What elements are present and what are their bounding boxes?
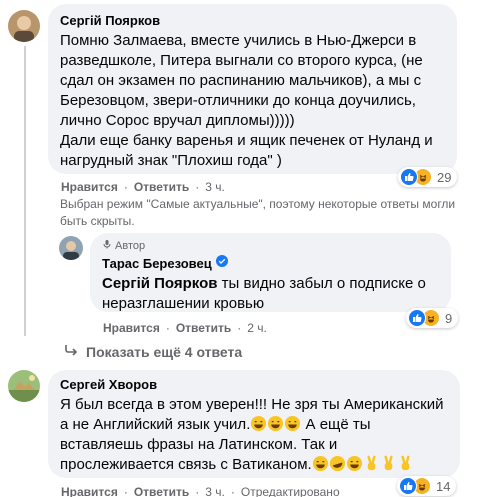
reaction-count: 9 bbox=[445, 310, 453, 326]
grinning-emoji bbox=[346, 455, 363, 473]
comment-author[interactable]: Сергій Поярков bbox=[60, 13, 445, 28]
comment-text: Я был всегда в этом уверен!!! Не зря ты … bbox=[60, 396, 444, 473]
show-more-replies[interactable]: Показать ещё 4 ответа bbox=[64, 343, 242, 360]
comment-text: Сергій Поярков ты видно забыл о подписке… bbox=[102, 275, 426, 312]
comment-text: Помню Залмаева, вместе учились в Нью-Дже… bbox=[60, 32, 433, 169]
like-button[interactable]: Нравится bbox=[61, 180, 118, 194]
avatar-taras-berezovets[interactable] bbox=[59, 236, 83, 260]
comment-bubble-3: Сергей Хворов Я был всегда в этом уверен… bbox=[48, 370, 460, 478]
like-icon bbox=[400, 168, 418, 186]
avatar-serhii-poiarkov[interactable] bbox=[8, 10, 40, 42]
reaction-count: 29 bbox=[437, 169, 452, 185]
author-badge: Автор bbox=[102, 239, 439, 252]
like-button[interactable]: Нравится bbox=[103, 321, 160, 335]
like-icon bbox=[408, 309, 426, 327]
grinning-emoji bbox=[312, 455, 329, 473]
comment-actions: Нравится · Ответить · 3 ч. · Отредактиро… bbox=[61, 485, 340, 497]
grinning-sweat-emoji bbox=[284, 415, 301, 433]
victory-hand-emoji bbox=[397, 455, 414, 473]
edited-label[interactable]: Отредактировано bbox=[241, 485, 340, 497]
comment-author[interactable]: Сергей Хворов bbox=[60, 377, 448, 392]
comment-actions: Нравится · Ответить · 2 ч. bbox=[103, 321, 267, 335]
filter-notice: Выбран режим "Самые актуальные", поэтому… bbox=[60, 197, 456, 228]
like-button[interactable]: Нравится bbox=[61, 485, 118, 497]
comment-bubble-1: Сергій Поярков Помню Залмаева, вместе уч… bbox=[48, 4, 457, 174]
reaction-count: 14 bbox=[436, 478, 451, 494]
reply-button[interactable]: Ответить bbox=[134, 180, 189, 194]
author-badge-label: Автор bbox=[115, 239, 146, 252]
reaction-summary[interactable]: 14 bbox=[397, 476, 457, 496]
mention-link[interactable]: Сергій Поярков bbox=[102, 275, 218, 292]
rofl-emoji bbox=[329, 455, 346, 473]
comment-actions: Нравится · Ответить · 3 ч. bbox=[61, 180, 225, 194]
comment-time[interactable]: 3 ч. bbox=[205, 180, 225, 194]
grinning-sweat-emoji bbox=[250, 415, 267, 433]
show-more-replies-label: Показать ещё 4 ответа bbox=[86, 343, 243, 360]
reaction-summary[interactable]: 9 bbox=[406, 308, 459, 328]
thread-connector bbox=[24, 46, 26, 336]
comment-time[interactable]: 2 ч. bbox=[247, 321, 267, 335]
avatar-sergei-khvorov[interactable] bbox=[8, 370, 40, 402]
comment-time[interactable]: 3 ч. bbox=[205, 485, 225, 497]
reaction-summary[interactable]: 29 bbox=[398, 167, 458, 187]
victory-hand-emoji bbox=[380, 455, 397, 473]
like-icon bbox=[399, 477, 417, 495]
verified-badge-icon bbox=[215, 254, 228, 272]
reply-button[interactable]: Ответить bbox=[134, 485, 189, 497]
author-mic-icon bbox=[102, 239, 112, 252]
grinning-sweat-emoji bbox=[267, 415, 284, 433]
victory-hand-emoji bbox=[363, 455, 380, 473]
comment-bubble-2: Автор Тарас Березовец Сергій Поярков ты … bbox=[90, 233, 451, 312]
reply-button[interactable]: Ответить bbox=[176, 321, 231, 335]
comment-author[interactable]: Тарас Березовец bbox=[102, 256, 212, 271]
reply-arrow-icon bbox=[64, 343, 78, 360]
